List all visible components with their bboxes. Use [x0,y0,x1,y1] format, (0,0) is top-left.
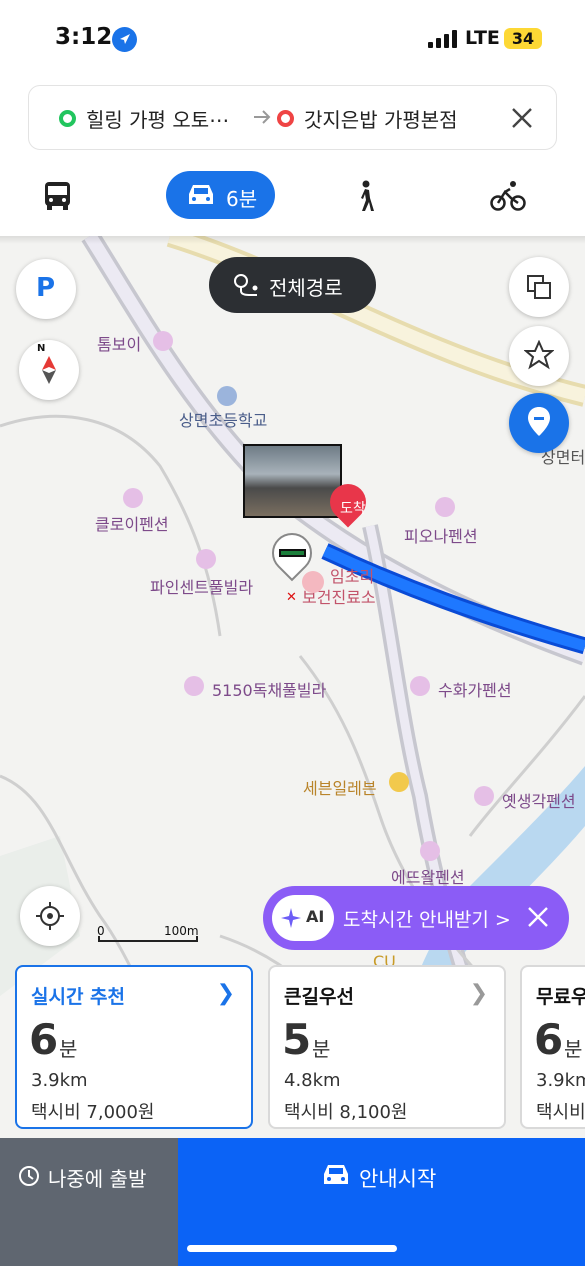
ai-arrival-time-banner[interactable]: AI 도착시간 안내받기 > [263,886,569,950]
x-mark-icon: ✕ [286,590,297,605]
clock-icon [19,1166,39,1186]
home-indicator [187,1245,397,1252]
route-card-recommended[interactable]: 실시간 추천 ❯ 6 분 3.9km 택시비 7,000원 [15,965,253,1129]
route-card-main-roads[interactable]: 큰길우선 ❯ 5 분 4.8km 택시비 8,100원 [268,965,506,1129]
route-card-free[interactable]: 무료우 6 분 3.9km 택시비 [520,965,585,1129]
origin-dot-icon [59,110,76,127]
lodging-icon [420,841,440,861]
card-title: 실시간 추천 [31,986,126,1008]
crosshair-icon [36,902,64,930]
card-distance: 4.8km [284,1070,341,1091]
close-icon[interactable] [526,905,550,933]
destination-field[interactable]: 갓지은밥 가평본점 [304,104,458,133]
card-unit: 분 [312,1037,331,1061]
poi-label[interactable]: 상면초등학교 [179,407,267,431]
car-icon [324,1165,348,1184]
car-time: 6분 [226,187,258,211]
map-top-shadow [0,236,585,244]
poi-label[interactable]: 톰보이 [97,331,141,355]
card-minutes: 6 [29,1015,59,1064]
card-unit: 분 [564,1037,583,1061]
lodging-icon [435,497,455,517]
poi-label[interactable]: 클로이펜션 [95,511,169,535]
bus-icon[interactable] [44,181,71,215]
favorite-button[interactable] [509,326,569,386]
marker-bar [279,549,306,557]
card-title: 무료우 [536,986,585,1008]
clinic-icon [302,571,324,593]
card-title: 큰길우선 [284,986,354,1008]
chevron-right-icon: ❯ [469,981,488,1006]
layers-icon [527,275,551,299]
close-icon[interactable] [510,106,534,134]
full-route-label: 전체경로 [269,276,343,300]
depart-later-button[interactable]: 나중에 출발 [0,1138,178,1266]
cellular-signal-icon [428,30,458,52]
car-icon [185,182,217,212]
layers-button[interactable] [509,257,569,317]
parking-button[interactable]: P [16,259,76,319]
origin-field[interactable]: 힐링 가평 오토⋯ [86,104,229,133]
card-minutes: 6 [534,1015,564,1064]
start-navigation-label: 안내시작 [359,1167,437,1191]
ai-badge: AI [272,895,334,941]
poi-label[interactable]: 옛생각펜션 [502,788,576,812]
status-bar: 3:12 LTE 34 [0,0,585,80]
route-icon [234,274,258,296]
route-input-box[interactable]: 힐링 가평 오토⋯ 갓지은밥 가평본점 [28,85,557,150]
star-icon [524,340,554,370]
lodging-icon [123,488,143,508]
lodging-icon [153,331,173,351]
card-distance: 3.9km [536,1070,585,1091]
card-fare: 택시비 [536,1102,585,1123]
status-time: 3:12 [55,24,113,50]
poi-label[interactable]: 피오나펜션 [404,523,478,547]
tab-car[interactable]: 6분 [166,171,275,219]
lodging-icon [474,786,494,806]
card-distance: 3.9km [31,1070,88,1091]
network-type: LTE [465,27,500,49]
convenience-store-icon [389,772,409,792]
lodging-icon [196,549,216,569]
compass-needle-icon [42,356,56,384]
sparkle-icon [281,908,301,928]
my-location-button[interactable] [20,886,80,946]
poi-label[interactable]: 세븐일레븐 [303,775,377,799]
full-route-button[interactable]: 전체경로 [209,257,376,313]
battery-level: 34 [504,28,542,49]
compass-button[interactable]: N [19,340,79,400]
arrow-right-icon [251,106,273,132]
location-arrow-icon [112,27,137,52]
depart-later-label: 나중에 출발 [48,1167,147,1191]
poi-label[interactable]: 에뜨왈펜션 [391,864,465,888]
card-fare: 택시비 8,100원 [284,1102,408,1123]
lodging-icon [410,676,430,696]
card-fare: 택시비 7,000원 [31,1102,155,1123]
poi-label[interactable]: 5150독채풀빌라 [212,677,326,701]
bicycle-icon[interactable] [490,180,526,216]
card-unit: 분 [59,1037,78,1061]
compass-n: N [37,343,46,354]
poi-label[interactable]: 수화가펜션 [438,677,512,701]
poi-label[interactable]: 파인센트풀빌라 [150,574,253,598]
street-view-thumbnail[interactable] [243,444,342,518]
lodging-icon [184,676,204,696]
map-pin-icon [528,407,550,436]
ai-prompt-label: 도착시간 안내받기 > [343,909,511,931]
walk-icon[interactable] [354,180,376,216]
card-minutes: 5 [282,1015,312,1064]
chevron-right-icon: ❯ [216,981,235,1006]
scale-bar [98,936,198,942]
arrival-tag: 도착 [340,501,366,517]
destination-dot-icon [277,110,294,127]
pin-button[interactable] [509,393,569,453]
